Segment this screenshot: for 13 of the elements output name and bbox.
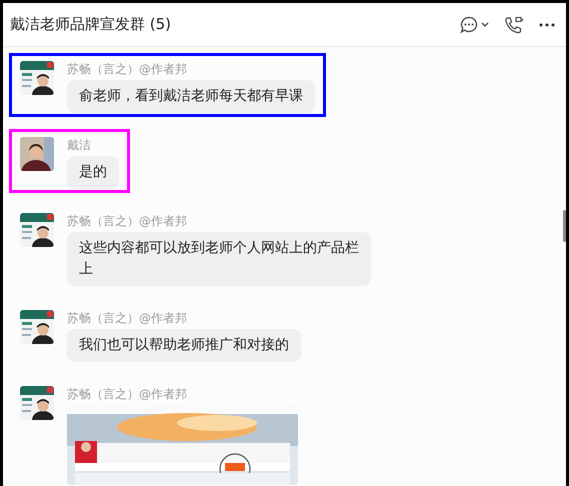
message-bubble: 这些内容都可以放到老师个人网站上的产品栏上 xyxy=(67,232,371,286)
window-title: 戴洁老师品牌宣发群 (5) xyxy=(10,15,172,34)
sender-name: 苏畅（言之）@作者邦 xyxy=(67,386,188,402)
message-bubble: 我们也可以帮助老师推广和对接的 xyxy=(67,329,301,362)
more-icon[interactable] xyxy=(538,22,556,28)
sender-name: 苏畅（言之）@作者邦 xyxy=(67,61,188,77)
message-bubble: 俞老师，看到戴洁老师每天都有早课 xyxy=(67,80,315,113)
chat-icon[interactable] xyxy=(460,16,490,34)
sender-name: 苏畅（言之）@作者邦 xyxy=(67,213,188,229)
phone-icon[interactable] xyxy=(504,16,524,34)
sender-name: 苏畅（言之）@作者邦 xyxy=(67,310,188,326)
sender-name: 戴洁 xyxy=(67,137,92,153)
message-bubble: 是的 xyxy=(67,156,119,189)
